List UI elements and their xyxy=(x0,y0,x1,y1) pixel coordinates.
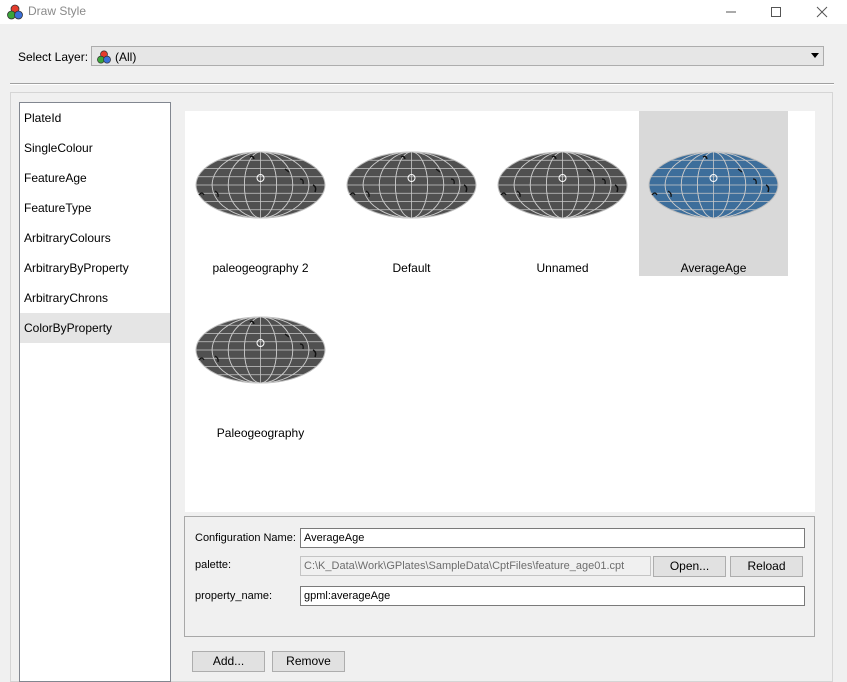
remove-button[interactable]: Remove xyxy=(272,651,345,672)
globe-preview-icon xyxy=(648,151,779,219)
close-button[interactable] xyxy=(799,0,845,24)
select-layer-dropdown[interactable]: (All) xyxy=(91,46,824,66)
app-icon xyxy=(7,4,23,20)
reload-button[interactable]: Reload xyxy=(730,556,803,577)
style-thumbnail[interactable]: Paleogeography xyxy=(186,276,335,441)
select-layer-label: Select Layer: xyxy=(18,50,89,64)
globe-preview-icon xyxy=(497,151,628,219)
property-name-label: property_name: xyxy=(195,590,273,602)
select-layer-value: (All) xyxy=(115,50,137,64)
style-category-item[interactable]: FeatureAge xyxy=(20,163,170,193)
chevron-down-icon xyxy=(811,53,819,58)
style-thumbnail[interactable]: AverageAge xyxy=(639,111,788,276)
style-category-item[interactable]: ArbitraryColours xyxy=(20,223,170,253)
minimize-icon xyxy=(726,11,736,13)
style-category-item[interactable]: ColorByProperty xyxy=(20,313,170,343)
style-category-item[interactable]: ArbitraryByProperty xyxy=(20,253,170,283)
configuration-name-label: Configuration Name: xyxy=(195,532,296,544)
palette-label: palette: xyxy=(195,559,232,571)
maximize-button[interactable] xyxy=(753,0,799,24)
style-thumbnail[interactable]: Default xyxy=(337,111,486,276)
style-gallery: paleogeography 2 Default Unnamed AverageAge… xyxy=(185,111,815,512)
style-category-list[interactable]: PlateId SingleColour FeatureAge FeatureType… xyxy=(19,102,171,682)
title-bar: Draw Style xyxy=(0,0,847,24)
separator-highlight xyxy=(10,84,834,85)
window-title: Draw Style xyxy=(28,4,87,18)
style-category-item[interactable]: PlateId xyxy=(20,103,170,133)
thumbnail-caption: Unnamed xyxy=(536,261,589,275)
property-name-input[interactable]: gpml:averageAge xyxy=(300,586,805,606)
configuration-panel: Configuration Name: AverageAge palette: … xyxy=(184,516,815,637)
thumbnail-caption: paleogeography 2 xyxy=(212,261,309,275)
style-thumbnail[interactable]: paleogeography 2 xyxy=(186,111,335,276)
style-thumbnail[interactable]: Unnamed xyxy=(488,111,637,276)
open-button[interactable]: Open... xyxy=(653,556,726,577)
maximize-icon xyxy=(771,7,781,17)
style-category-item[interactable]: FeatureType xyxy=(20,193,170,223)
globe-preview-icon xyxy=(195,151,326,219)
style-category-item[interactable]: ArbitraryChrons xyxy=(20,283,170,313)
palette-path-field: C:\K_Data\Work\GPlates\SampleData\CptFil… xyxy=(300,556,651,576)
thumbnail-caption: Paleogeography xyxy=(216,426,305,440)
thumbnail-caption: AverageAge xyxy=(680,261,747,275)
add-button[interactable]: Add... xyxy=(192,651,265,672)
configuration-name-input[interactable]: AverageAge xyxy=(300,528,805,548)
thumbnail-caption: Default xyxy=(392,261,431,275)
layer-icon xyxy=(97,50,111,64)
globe-preview-icon xyxy=(195,316,326,384)
style-category-item[interactable]: SingleColour xyxy=(20,133,170,163)
minimize-button[interactable] xyxy=(708,0,754,24)
close-icon xyxy=(816,6,828,18)
globe-preview-icon xyxy=(346,151,477,219)
